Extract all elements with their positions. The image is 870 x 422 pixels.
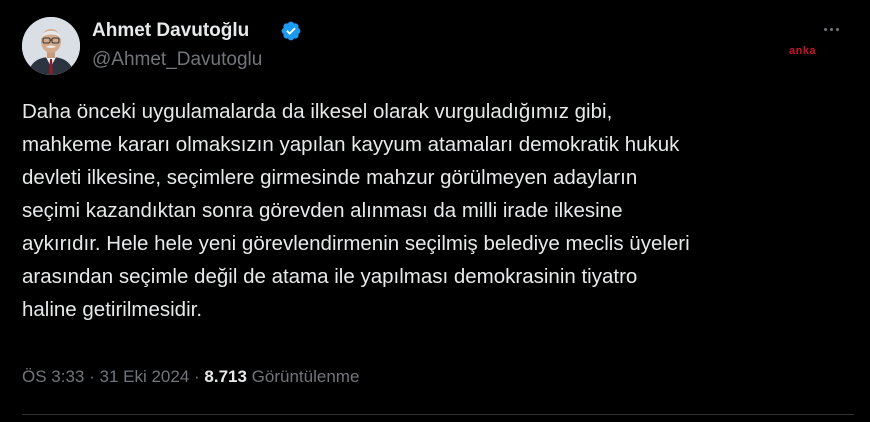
author-display-name[interactable]: Ahmet Davutoğlu xyxy=(92,20,249,42)
tweet-date[interactable]: 31 Eki 2024 xyxy=(99,367,189,386)
tweet-meta: ÖS 3:33 · 31 Eki 2024 · 8.713 Görüntülen… xyxy=(22,367,359,387)
verified-badge-icon xyxy=(281,21,301,41)
views-count[interactable]: 8.713 xyxy=(204,367,247,386)
dot xyxy=(823,27,827,31)
tweet-line: aykırıdır. Hele hele yeni görevlendirmen… xyxy=(22,232,690,255)
avatar[interactable] xyxy=(22,17,80,75)
dot xyxy=(835,27,839,31)
meta-separator: · xyxy=(84,367,100,386)
profile-photo xyxy=(22,17,80,75)
meta-separator: · xyxy=(189,367,205,386)
tweet-line: mahkeme kararı olmaksızın yapılan kayyum… xyxy=(22,133,680,156)
author-handle[interactable]: @Ahmet_Davutoglu xyxy=(92,49,262,71)
tweet-text: Daha önceki uygulamalarda da ilkesel ola… xyxy=(22,95,852,326)
views-label[interactable]: Görüntülenme xyxy=(252,367,360,386)
tweet-line: Daha önceki uygulamalarda da ilkesel ola… xyxy=(22,100,613,123)
tweet-time[interactable]: ÖS 3:33 xyxy=(22,367,84,386)
dot xyxy=(829,27,833,31)
tweet-line: arasından seçimle değil de atama ile yap… xyxy=(22,265,638,288)
tweet-line: devleti ilkesine, seçimlere girmesinde m… xyxy=(22,166,638,189)
tweet-line: seçimi kazandıktan sonra görevden alınma… xyxy=(22,199,623,222)
tweet-line: haline getirilmesidir. xyxy=(22,298,203,321)
divider xyxy=(22,414,854,415)
anka-watermark: anka xyxy=(789,45,817,57)
more-dots-icon[interactable] xyxy=(820,22,842,36)
